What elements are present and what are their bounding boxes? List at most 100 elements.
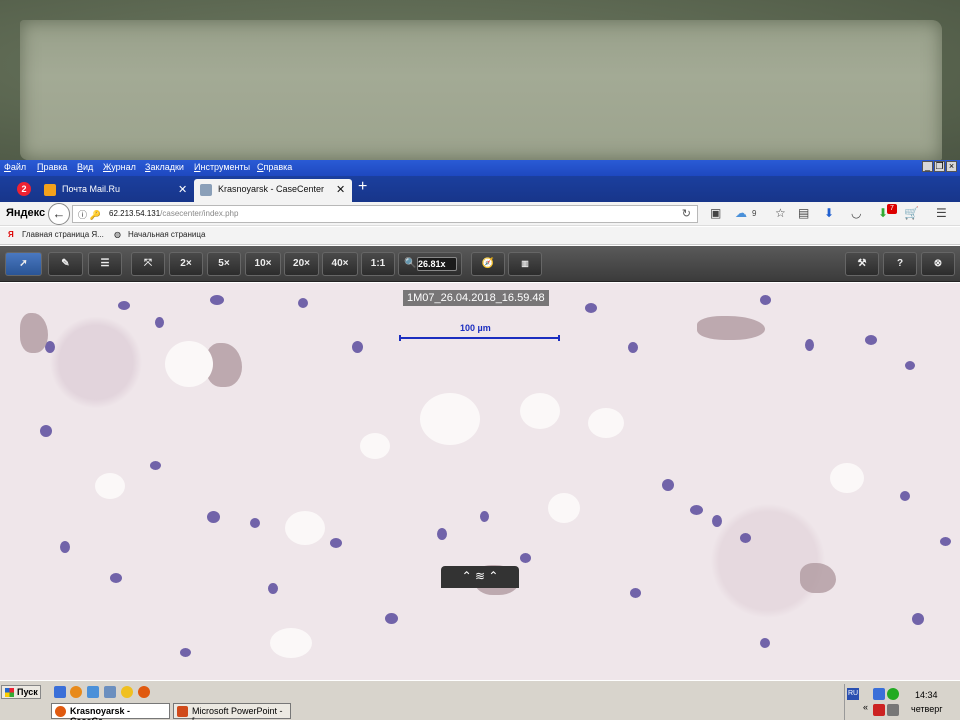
language-indicator[interactable]: RU (847, 688, 859, 700)
tab-label: Krasnoyarsk - CaseCenter (218, 184, 325, 194)
collapsed-panel-toggle[interactable]: ⌃ ≋ ⌃ (441, 566, 519, 588)
tray-expand-icon[interactable]: « (863, 702, 868, 712)
tab-casecenter[interactable]: Krasnoyarsk - CaseCenter ✕ (194, 179, 352, 202)
nucleus (712, 515, 722, 527)
nucleus (662, 479, 674, 491)
scale-bar (399, 335, 560, 341)
zoom-20x-button[interactable]: 20× (284, 252, 319, 276)
browser-window: Файл Правка Вид Журнал Закладки Инструме… (0, 160, 960, 680)
task-powerpoint[interactable]: Microsoft PowerPoint - [... (173, 703, 291, 720)
start-button[interactable]: Пуск (1, 685, 41, 699)
bookmark-start-page[interactable]: Начальная страница (128, 230, 205, 239)
close-viewer-button[interactable]: ⊗ (921, 252, 955, 276)
windows-taskbar: Пуск Krasnoyarsk - CaseCe... Microsoft P… (0, 680, 960, 720)
nucleus (118, 301, 130, 310)
menu-bar: Файл Правка Вид Журнал Закладки Инструме… (0, 160, 960, 176)
bookmark-yandex-home[interactable]: Главная страница Я... (22, 230, 104, 239)
slide-label-button[interactable]: ▥ (508, 252, 542, 276)
media-player-icon[interactable] (121, 686, 133, 698)
cloud-count: 9 (752, 209, 757, 218)
show-desktop-icon[interactable] (104, 686, 116, 698)
site-info-icon[interactable]: ⓘ 🔑 (78, 208, 101, 221)
navigator-button[interactable]: 🧭 (471, 252, 505, 276)
cart-icon[interactable]: 🛒 (904, 206, 919, 220)
nucleus (180, 648, 191, 657)
extension-icon[interactable]: ⬇ 7 (878, 204, 897, 220)
menu-edit[interactable]: Правка (37, 162, 67, 172)
nucleus (207, 511, 220, 523)
network-icon[interactable] (873, 688, 885, 700)
pointer-tool-button[interactable]: ➚ (5, 252, 42, 276)
clock-time[interactable]: 14:34 (915, 690, 938, 700)
slide-info-button[interactable]: ☰ (88, 252, 122, 276)
settings-tools-button[interactable]: ⚒ (845, 252, 879, 276)
nucleus (900, 491, 910, 501)
zoom-2x-button[interactable]: 2× (169, 252, 203, 276)
nucleus (210, 295, 224, 305)
nucleus (865, 335, 877, 345)
save-icon[interactable] (54, 686, 66, 698)
zoom-40x-button[interactable]: 40× (322, 252, 358, 276)
zoom-magnifier-button[interactable]: 🔍 26.81x (398, 252, 462, 276)
vacuole (360, 433, 390, 459)
globe-icon: ◍ (114, 230, 121, 239)
task-casecenter[interactable]: Krasnoyarsk - CaseCe... (51, 703, 170, 720)
back-button[interactable]: ← (48, 203, 70, 225)
navigation-bar: Яндекс ← ⓘ 🔑 62.213.54.131/casecenter/in… (0, 202, 960, 226)
nucleus (805, 339, 814, 351)
nucleus (155, 317, 164, 328)
download-icon[interactable]: ⬇ (824, 206, 834, 220)
restore-button[interactable]: ❐ (934, 161, 945, 172)
new-tab-button[interactable]: + (358, 178, 367, 196)
help-button[interactable]: ? (883, 252, 917, 276)
close-tab-icon[interactable]: ✕ (336, 183, 345, 196)
nucleus (268, 583, 278, 594)
explorer-icon[interactable] (87, 686, 99, 698)
hamburger-menu-icon[interactable]: ☰ (936, 206, 947, 220)
yandex-menu-icon[interactable]: 2 (17, 182, 31, 196)
app-icon[interactable] (70, 686, 82, 698)
notification-badge: 7 (887, 204, 897, 214)
close-window-button[interactable]: × (946, 161, 957, 172)
antivirus-icon[interactable] (873, 704, 885, 716)
tab-mail[interactable]: Почта Mail.Ru ✕ (38, 179, 192, 202)
nucleus (520, 553, 531, 563)
menu-help[interactable]: Справка (257, 162, 292, 172)
menu-view[interactable]: Вид (77, 162, 93, 172)
system-tray: RU « 14:34 четверг (844, 684, 960, 720)
pocket-icon[interactable]: ◡ (851, 206, 861, 220)
minimize-button[interactable]: _ (922, 161, 933, 172)
nucleus (760, 295, 771, 305)
slide-name-label: 1M07_26.04.2018_16.59.48 (403, 290, 549, 306)
reading-list-icon[interactable]: ▤ (798, 206, 809, 220)
address-bar[interactable]: ⓘ 🔑 62.213.54.131/casecenter/index.php ↻ (72, 205, 698, 223)
zoom-1to1-button[interactable]: 1:1 (361, 252, 395, 276)
menu-file[interactable]: Файл (4, 162, 26, 172)
bookmark-star-icon[interactable]: ☆ (775, 206, 786, 220)
zoom-5x-button[interactable]: 5× (207, 252, 241, 276)
neuron-body (800, 563, 836, 593)
tray-app-icon[interactable] (887, 688, 899, 700)
mail-ru-icon (44, 184, 56, 196)
menu-bookmarks[interactable]: Закладки (145, 162, 184, 172)
casecenter-icon (200, 184, 212, 196)
menu-history[interactable]: Журнал (103, 162, 136, 172)
nucleus (760, 638, 770, 648)
nucleus (585, 303, 597, 313)
zoom-10x-button[interactable]: 10× (245, 252, 281, 276)
annotation-tool-button[interactable]: ✎ (48, 252, 83, 276)
tab-label: Почта Mail.Ru (62, 184, 120, 194)
tissue-image[interactable]: 1M07_26.04.2018_16.59.48 100 µm (0, 283, 960, 680)
vacuole (95, 473, 125, 499)
screenshot-icon[interactable]: ▣ (710, 206, 721, 220)
menu-tools[interactable]: Инструменты (194, 162, 250, 172)
fit-screen-button[interactable]: ⤧ (131, 252, 165, 276)
vacuole (285, 511, 325, 545)
close-tab-icon[interactable]: ✕ (178, 183, 187, 196)
sound-icon[interactable] (887, 704, 899, 716)
start-label: Пуск (17, 687, 38, 697)
firefox-icon[interactable] (138, 686, 150, 698)
reload-icon[interactable]: ↻ (682, 207, 691, 220)
cloud-icon[interactable]: ☁ (735, 206, 747, 220)
tab-strip: 2 Почта Mail.Ru ✕ Krasnoyarsk - CaseCent… (0, 176, 960, 202)
